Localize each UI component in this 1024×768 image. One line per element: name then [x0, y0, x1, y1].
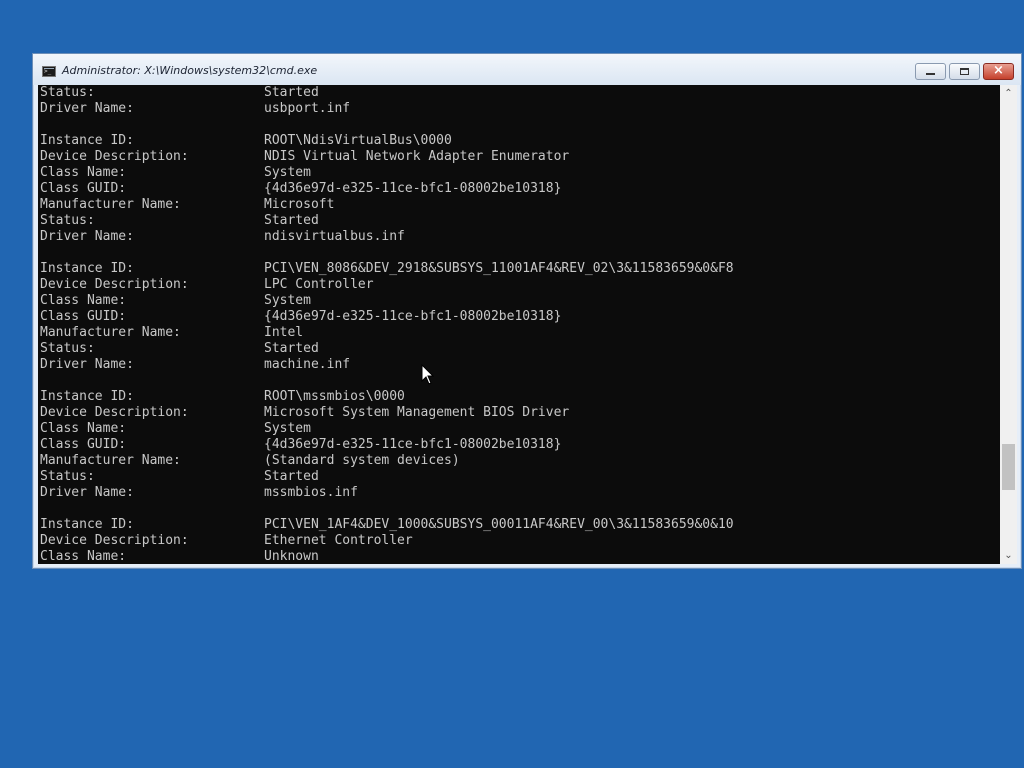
property-name: Driver Name: [40, 485, 134, 500]
console-line: Manufacturer Name: (Standard system devic… [40, 453, 734, 469]
console-line: Device Description: LPC Controller [40, 277, 734, 293]
cmd-window[interactable]: Administrator: X:\Windows\system32\cmd.e… [32, 53, 1022, 569]
console-line: Class GUID: {4d36e97d-e325-11ce-bfc1-0800… [40, 437, 734, 453]
console-line: Device Description: NDIS Virtual Network … [40, 149, 734, 165]
property-value: Intel [264, 325, 304, 340]
property-name: Status: [40, 469, 95, 484]
console-line: Class Name: System [40, 293, 734, 309]
window-title: Administrator: X:\Windows\system32\cmd.e… [62, 64, 318, 77]
console-output[interactable]: Status: Started Driver Name: usbport.inf Ins… [38, 85, 1000, 564]
property-value: machine.inf [264, 357, 351, 372]
console-line: Class Name: Unknown [40, 549, 734, 564]
property-name: Class GUID: [40, 309, 127, 324]
property-value: mssmbios.inf [264, 485, 358, 500]
console-line: Status: Started [40, 469, 734, 485]
maximize-button[interactable] [949, 63, 980, 80]
console-line: Instance ID: PCI\VEN_1AF4&DEV_1000&SUBSYS… [40, 517, 734, 533]
console-line: Manufacturer Name: Intel [40, 325, 734, 341]
property-name: Device Description: [40, 277, 189, 292]
property-value: ndisvirtualbus.inf [264, 229, 405, 244]
property-value: Started [264, 341, 319, 356]
property-name: Class Name: [40, 293, 127, 308]
property-value: System [264, 165, 311, 180]
property-name: Device Description: [40, 405, 189, 420]
scroll-up-button[interactable]: ⌃ [1000, 85, 1017, 102]
title-bar[interactable]: Administrator: X:\Windows\system32\cmd.e… [33, 54, 1021, 85]
property-name: Driver Name: [40, 101, 134, 116]
property-value: PCI\VEN_8086&DEV_2918&SUBSYS_11001AF4&RE… [264, 261, 734, 276]
property-value: usbport.inf [264, 101, 351, 116]
maximize-icon [960, 68, 969, 75]
property-name: Class Name: [40, 421, 127, 436]
property-name: Manufacturer Name: [40, 197, 181, 212]
console-line: Driver Name: mssmbios.inf [40, 485, 734, 501]
console-line: Driver Name: usbport.inf [40, 101, 734, 117]
property-name: Class GUID: [40, 437, 127, 452]
property-value: Started [264, 213, 319, 228]
property-value: Unknown [264, 549, 319, 564]
cmd-icon [42, 66, 56, 77]
property-name: Status: [40, 341, 95, 356]
close-icon: × [993, 63, 1004, 78]
console-line: Class Name: System [40, 421, 734, 437]
vertical-scrollbar[interactable]: ⌃ ⌄ [1000, 85, 1017, 564]
property-name: Class GUID: [40, 181, 127, 196]
property-value: PCI\VEN_1AF4&DEV_1000&SUBSYS_00011AF4&RE… [264, 517, 734, 532]
mouse-pointer-icon [421, 364, 435, 385]
property-value: ROOT\mssmbios\0000 [264, 389, 405, 404]
property-name: Manufacturer Name: [40, 453, 181, 468]
property-name: Class Name: [40, 549, 127, 564]
property-value: (Standard system devices) [264, 453, 460, 468]
property-name: Instance ID: [40, 517, 134, 532]
property-value: Started [264, 469, 319, 484]
property-value: Started [264, 85, 319, 100]
property-name: Status: [40, 213, 95, 228]
console-line: Status: Started [40, 341, 734, 357]
console-line: Device Description: Ethernet Controller [40, 533, 734, 549]
property-name: Driver Name: [40, 229, 134, 244]
property-value: NDIS Virtual Network Adapter Enumerator [264, 149, 570, 164]
minimize-button[interactable] [915, 63, 946, 80]
property-value: System [264, 421, 311, 436]
scroll-down-button[interactable]: ⌄ [1000, 547, 1017, 564]
property-name: Manufacturer Name: [40, 325, 181, 340]
property-value: {4d36e97d-e325-11ce-bfc1-08002be10318} [264, 181, 562, 196]
console-line: Manufacturer Name: Microsoft [40, 197, 734, 213]
console-line: Class GUID: {4d36e97d-e325-11ce-bfc1-0800… [40, 309, 734, 325]
property-value: Microsoft System Management BIOS Driver [264, 405, 570, 420]
property-value: ROOT\NdisVirtualBus\0000 [264, 133, 452, 148]
property-name: Driver Name: [40, 357, 134, 372]
console-line: Instance ID: ROOT\NdisVirtualBus\0000 [40, 133, 734, 149]
property-name: Device Description: [40, 533, 189, 548]
property-name: Status: [40, 85, 95, 100]
property-value: System [264, 293, 311, 308]
property-name: Class Name: [40, 165, 127, 180]
console-lines: Status: Started Driver Name: usbport.inf Ins… [40, 85, 734, 564]
console-line: Driver Name: ndisvirtualbus.inf [40, 229, 734, 245]
console-line: Driver Name: machine.inf [40, 357, 734, 373]
property-name: Device Description: [40, 149, 189, 164]
console-line: Status: Started [40, 85, 734, 101]
console-line: Device Description: Microsoft System Mana… [40, 405, 734, 421]
console-line: Class Name: System [40, 165, 734, 181]
property-value: {4d36e97d-e325-11ce-bfc1-08002be10318} [264, 309, 562, 324]
console-line: Class GUID: {4d36e97d-e325-11ce-bfc1-0800… [40, 181, 734, 197]
property-value: Ethernet Controller [264, 533, 413, 548]
property-value: Microsoft [264, 197, 335, 212]
property-value: {4d36e97d-e325-11ce-bfc1-08002be10318} [264, 437, 562, 452]
minimize-icon [926, 73, 935, 75]
console-line: Instance ID: ROOT\mssmbios\0000 [40, 389, 734, 405]
property-name: Instance ID: [40, 133, 134, 148]
property-value: LPC Controller [264, 277, 374, 292]
property-name: Instance ID: [40, 389, 134, 404]
close-button[interactable]: × [983, 63, 1014, 80]
console-line: Instance ID: PCI\VEN_8086&DEV_2918&SUBSYS… [40, 261, 734, 277]
property-name: Instance ID: [40, 261, 134, 276]
scroll-thumb[interactable] [1002, 444, 1015, 490]
console-line: Status: Started [40, 213, 734, 229]
